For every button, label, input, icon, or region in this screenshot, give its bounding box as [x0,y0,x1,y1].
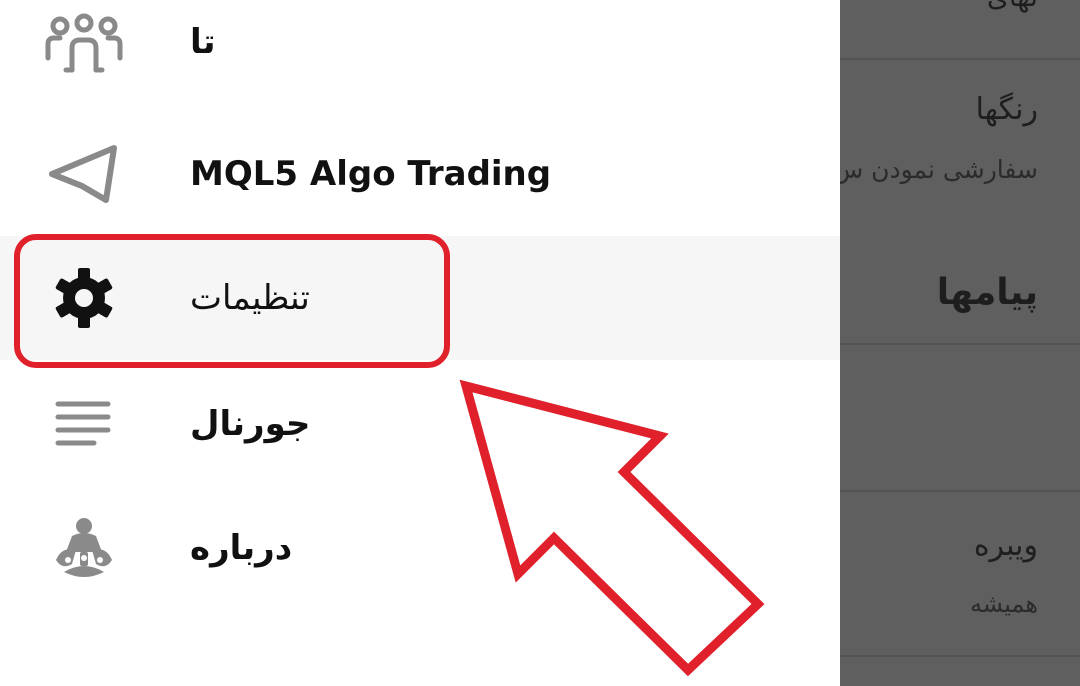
drawer-item-label: درباره [190,528,293,568]
colors-setting-title[interactable]: رنگها [838,92,1038,127]
messages-section-title: پیامها [936,272,1038,313]
vibration-setting-title[interactable]: ویبره [838,528,1038,563]
bg-top-partial-text: نهای [848,0,1038,13]
metaquotes-logo-icon [42,516,126,580]
drawer-item-about[interactable]: درباره [0,486,840,610]
drawer-item-label: جورنال [190,404,311,444]
telegram-send-icon [42,142,126,206]
bg-divider [840,343,1080,345]
colors-setting-subtitle: سفارشی نمودن س [838,155,1038,184]
vibration-setting-subtitle: همیشه [969,590,1038,618]
journal-lines-icon [42,392,126,456]
drawer-item-label: MQL5 Algo Trading [190,154,552,194]
drawer-item-journal[interactable]: جورنال [0,362,840,486]
bg-divider [840,655,1080,657]
people-group-icon [42,10,126,74]
drawer-item-mql5-algo-trading[interactable]: MQL5 Algo Trading [0,112,840,236]
bg-divider [840,490,1080,492]
drawer-item-ta[interactable]: تا [0,0,840,104]
settings-highlight-box [14,234,450,368]
drawer-item-label: تا [190,22,216,62]
bg-divider [840,58,1080,60]
